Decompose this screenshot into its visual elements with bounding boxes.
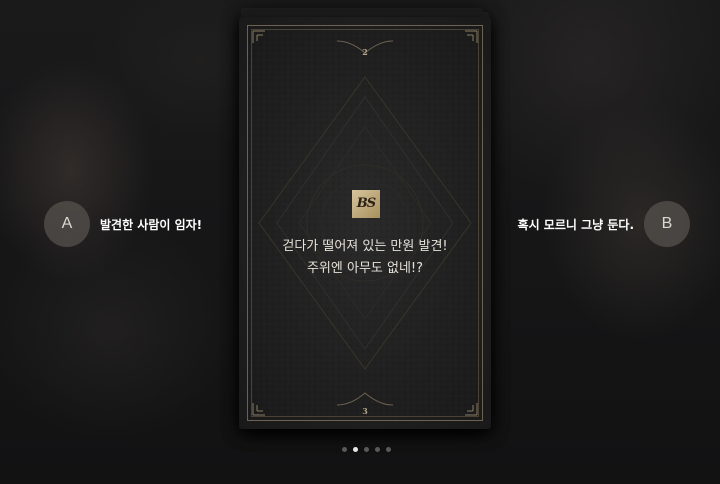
question-card[interactable]: 2 BS 걷다가 떨어져 있는 만원 발견! 주위엔 아무도 없네!? 3 xyxy=(239,17,491,429)
card-question-line-2: 주위엔 아무도 없네!? xyxy=(306,261,424,276)
choice-a-circle[interactable]: A xyxy=(44,201,90,247)
choice-a[interactable]: A 발견한 사람이 임자! xyxy=(44,201,202,247)
pagination-dots xyxy=(342,447,391,452)
card-number-top: 2 xyxy=(362,47,368,57)
bs-logo-icon: BS xyxy=(352,190,380,218)
choice-b-circle[interactable]: B xyxy=(644,201,690,247)
pagination-dot-active[interactable] xyxy=(353,447,358,452)
choice-a-label[interactable]: 발견한 사람이 임자! xyxy=(100,216,202,233)
pagination-dot[interactable] xyxy=(342,447,347,452)
pagination-dot[interactable] xyxy=(364,447,369,452)
game-stage: A 발견한 사람이 임자! 2 BS 걷다가 떨어져 있는 만원 발견! 주위엔… xyxy=(0,0,720,484)
choice-b[interactable]: B 혹시 모르니 그냥 둔다. xyxy=(518,201,690,247)
choice-b-label[interactable]: 혹시 모르니 그냥 둔다. xyxy=(518,216,634,233)
pagination-dot[interactable] xyxy=(386,447,391,452)
pagination-dot[interactable] xyxy=(375,447,380,452)
card-number-bottom: 3 xyxy=(362,406,368,416)
card-stack: 2 BS 걷다가 떨어져 있는 만원 발견! 주위엔 아무도 없네!? 3 xyxy=(237,8,495,429)
card-frame-inner xyxy=(251,29,479,417)
card-question-line-1: 걷다가 떨어져 있는 만원 발견! xyxy=(282,239,448,254)
